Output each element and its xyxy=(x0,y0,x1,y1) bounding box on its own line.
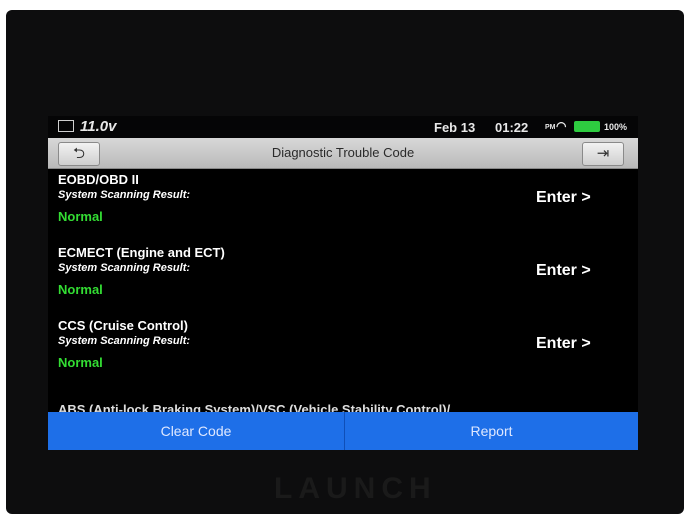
list-item: ECMECT (Engine and ECT) System Scanning … xyxy=(48,245,638,318)
system-list: EOBD/OBD II System Scanning Result: Norm… xyxy=(48,172,638,391)
battery-percent: 100% xyxy=(604,122,628,132)
device-brand: LAUNCH xyxy=(274,472,437,505)
clear-code-button[interactable]: Clear Code xyxy=(48,412,345,450)
bottom-action-bar: Clear Code Report xyxy=(48,412,638,450)
status-date: Feb 13 xyxy=(434,120,476,135)
scan-result-label: System Scanning Result: xyxy=(58,262,191,274)
system-name: CCS (Cruise Control) xyxy=(58,318,188,333)
screen: 11.0v Feb 13 01:22 PM ◠ 100% ⮌ Diagnosti… xyxy=(48,116,638,450)
back-arrow-icon: ⮌ xyxy=(72,145,85,162)
status-bar: 11.0v Feb 13 01:22 PM ◠ 100% xyxy=(48,116,638,138)
enter-button[interactable]: Enter > xyxy=(536,189,591,207)
status-time: 01:22 xyxy=(495,120,529,135)
list-item: CCS (Cruise Control) System Scanning Res… xyxy=(48,318,638,391)
report-button[interactable]: Report xyxy=(345,412,638,450)
system-name: ECMECT (Engine and ECT) xyxy=(58,245,225,260)
scan-result-label: System Scanning Result: xyxy=(58,189,191,201)
scan-result-value: Normal xyxy=(58,282,103,297)
back-button[interactable]: ⮌ xyxy=(58,142,100,166)
exit-button[interactable]: ⇥ xyxy=(582,142,624,166)
voltage-reading: 11.0v xyxy=(80,118,117,135)
exit-icon: ⇥ xyxy=(596,145,610,162)
battery-icon xyxy=(574,121,600,132)
scan-result-label: System Scanning Result: xyxy=(58,335,191,347)
list-item: EOBD/OBD II System Scanning Result: Norm… xyxy=(48,172,638,245)
scan-result-value: Normal xyxy=(58,355,103,370)
status-ampm: PM xyxy=(545,124,556,131)
wifi-icon: ◠ xyxy=(556,119,567,133)
car-battery-icon xyxy=(58,120,74,132)
enter-button[interactable]: Enter > xyxy=(536,335,591,353)
toolbar: ⮌ Diagnostic Trouble Code ⇥ xyxy=(48,138,638,169)
page-title: Diagnostic Trouble Code xyxy=(271,145,415,160)
scan-result-value: Normal xyxy=(58,209,103,224)
system-name: EOBD/OBD II xyxy=(58,172,139,187)
enter-button[interactable]: Enter > xyxy=(536,262,591,280)
